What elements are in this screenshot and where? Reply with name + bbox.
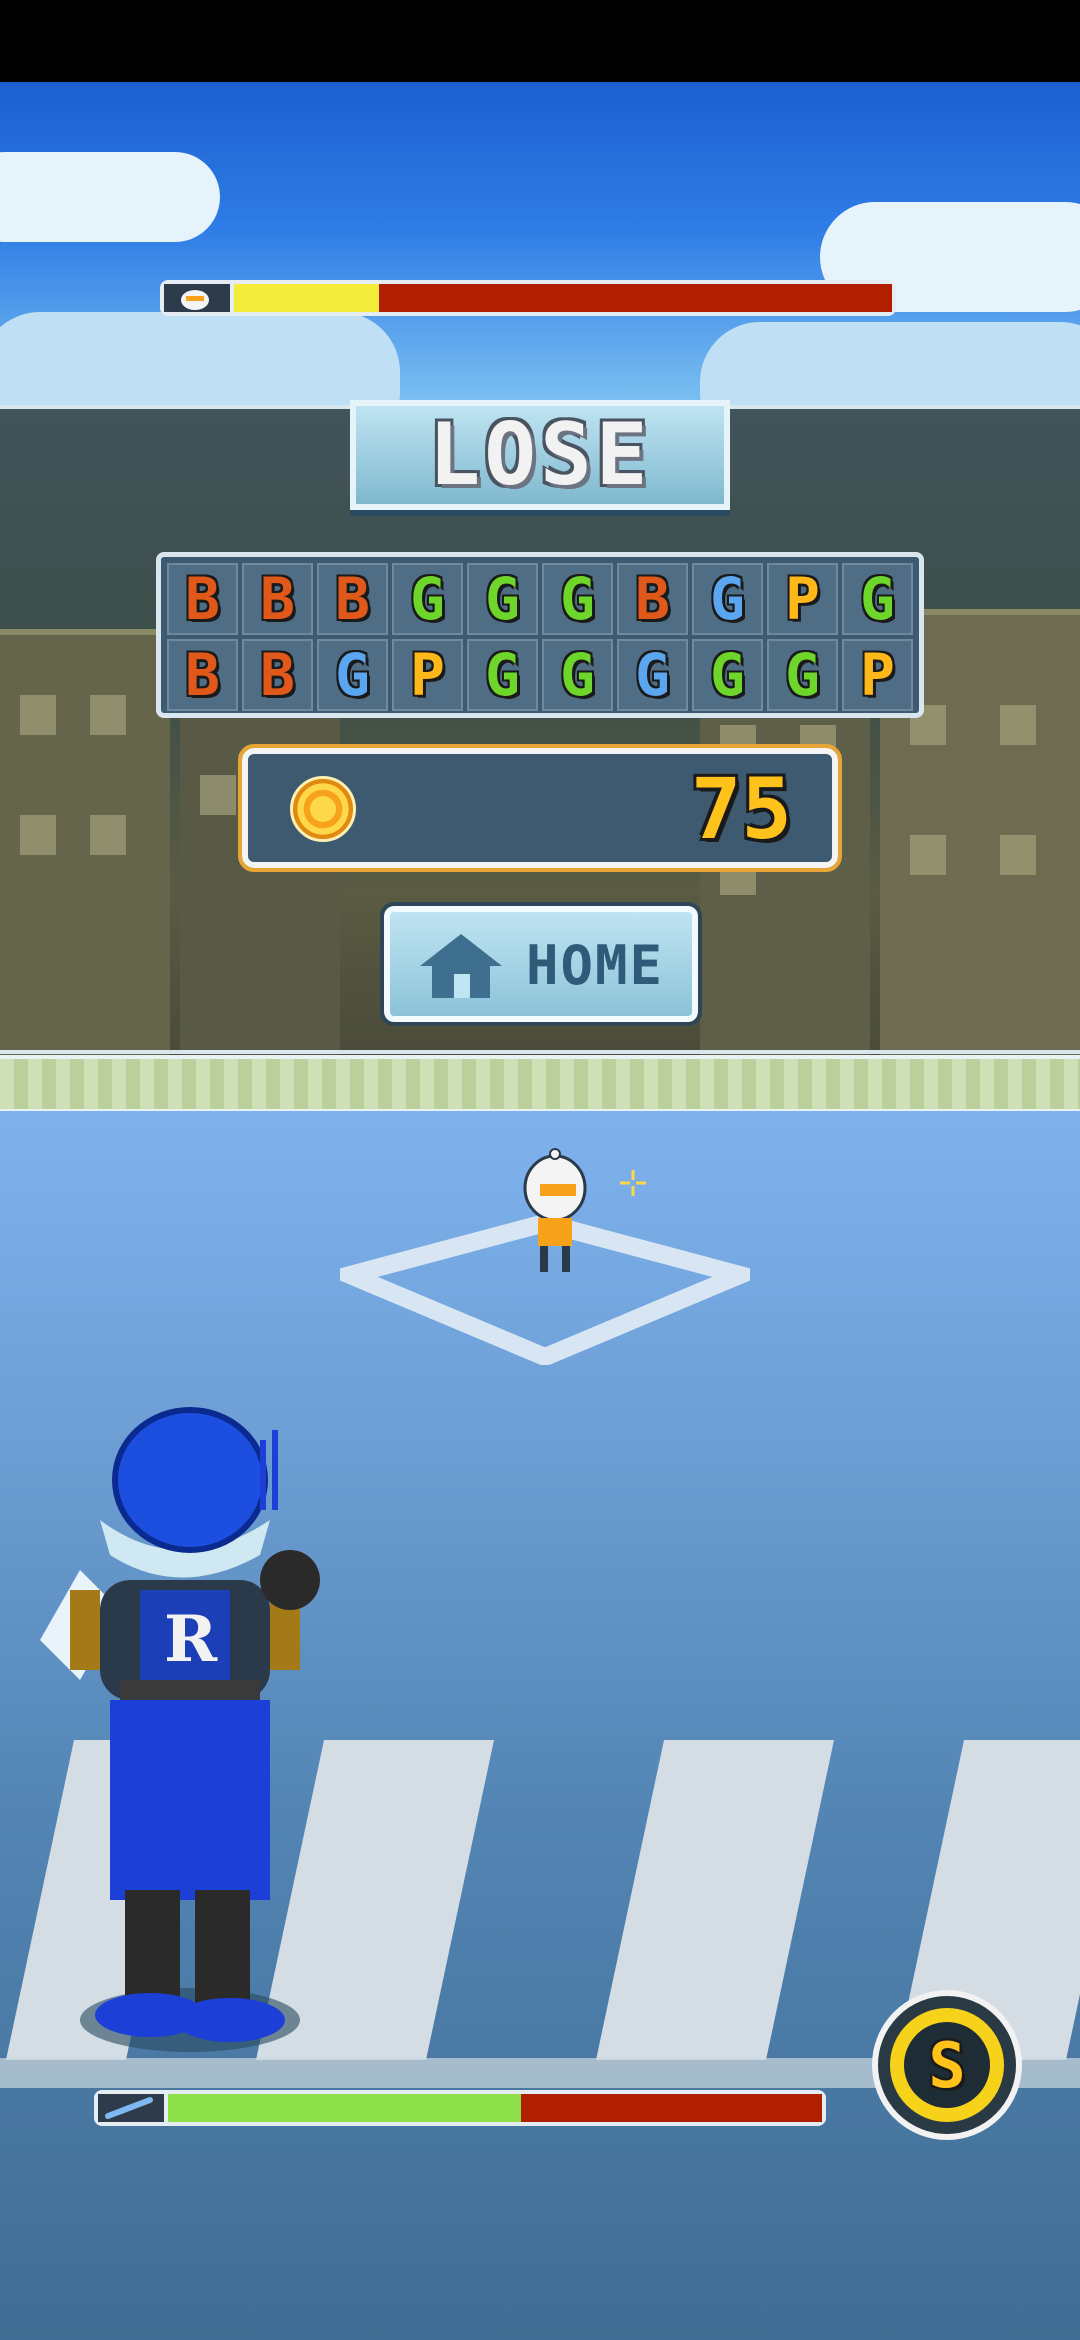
grade-cell: B xyxy=(317,563,388,635)
special-skill-button[interactable]: S xyxy=(872,1990,1022,2140)
house-icon xyxy=(420,934,502,998)
target-crosshair-icon xyxy=(620,1170,646,1196)
grade-cell: G xyxy=(317,639,388,711)
robot-head-icon xyxy=(181,290,209,310)
player-hp-track xyxy=(168,2094,822,2122)
pitcher-robot-sprite xyxy=(523,1148,587,1272)
cloud xyxy=(700,322,1080,412)
grade-cell: P xyxy=(767,563,838,635)
grade-cell: G xyxy=(617,639,688,711)
grade-cell: G xyxy=(692,563,763,635)
grade-cell: G xyxy=(392,563,463,635)
enemy-avatar-box xyxy=(164,284,234,312)
jersey-letter: R xyxy=(164,1602,218,1677)
coin-reward-panel: 75 xyxy=(238,744,842,872)
grade-cell: B xyxy=(242,639,313,711)
cloud xyxy=(0,312,400,412)
bat-icon xyxy=(105,2097,153,2119)
grade-cell: B xyxy=(167,563,238,635)
grade-cell: G xyxy=(542,563,613,635)
result-text: LOSE xyxy=(428,405,652,505)
grade-cell: B xyxy=(617,563,688,635)
player-hp-bar xyxy=(94,2090,826,2126)
building xyxy=(0,629,170,1055)
grade-cell: G xyxy=(842,563,913,635)
cloud xyxy=(0,152,220,242)
building xyxy=(180,689,340,1055)
home-button[interactable]: HOME xyxy=(380,902,702,1026)
divider-line xyxy=(0,1050,1080,1054)
grade-cell: G xyxy=(767,639,838,711)
grade-cell: G xyxy=(467,563,538,635)
home-button-label: HOME xyxy=(526,934,665,997)
coin-icon xyxy=(290,776,356,842)
grade-cell: G xyxy=(692,639,763,711)
grade-cell: B xyxy=(167,639,238,711)
status-bar xyxy=(0,0,1080,82)
sky-background xyxy=(0,82,1080,412)
outfield-fence xyxy=(0,1055,1080,1115)
player-avatar-box xyxy=(98,2094,168,2122)
special-skill-label: S xyxy=(928,2028,966,2102)
enemy-hp-fill xyxy=(234,284,379,312)
player-hp-fill xyxy=(168,2094,522,2122)
result-banner: LOSE xyxy=(350,400,730,510)
pitch-grade-grid: BBBGGGBGPGBBGPGGGGGP xyxy=(156,552,924,718)
grade-cell: G xyxy=(542,639,613,711)
grade-cell: G xyxy=(467,639,538,711)
enemy-hp-bar xyxy=(160,280,896,316)
grade-cell: B xyxy=(242,563,313,635)
coin-value: 75 xyxy=(690,760,792,858)
grade-cell: P xyxy=(392,639,463,711)
batter-player-sprite xyxy=(40,1407,320,2052)
grade-cell: P xyxy=(842,639,913,711)
enemy-hp-track xyxy=(234,284,892,312)
